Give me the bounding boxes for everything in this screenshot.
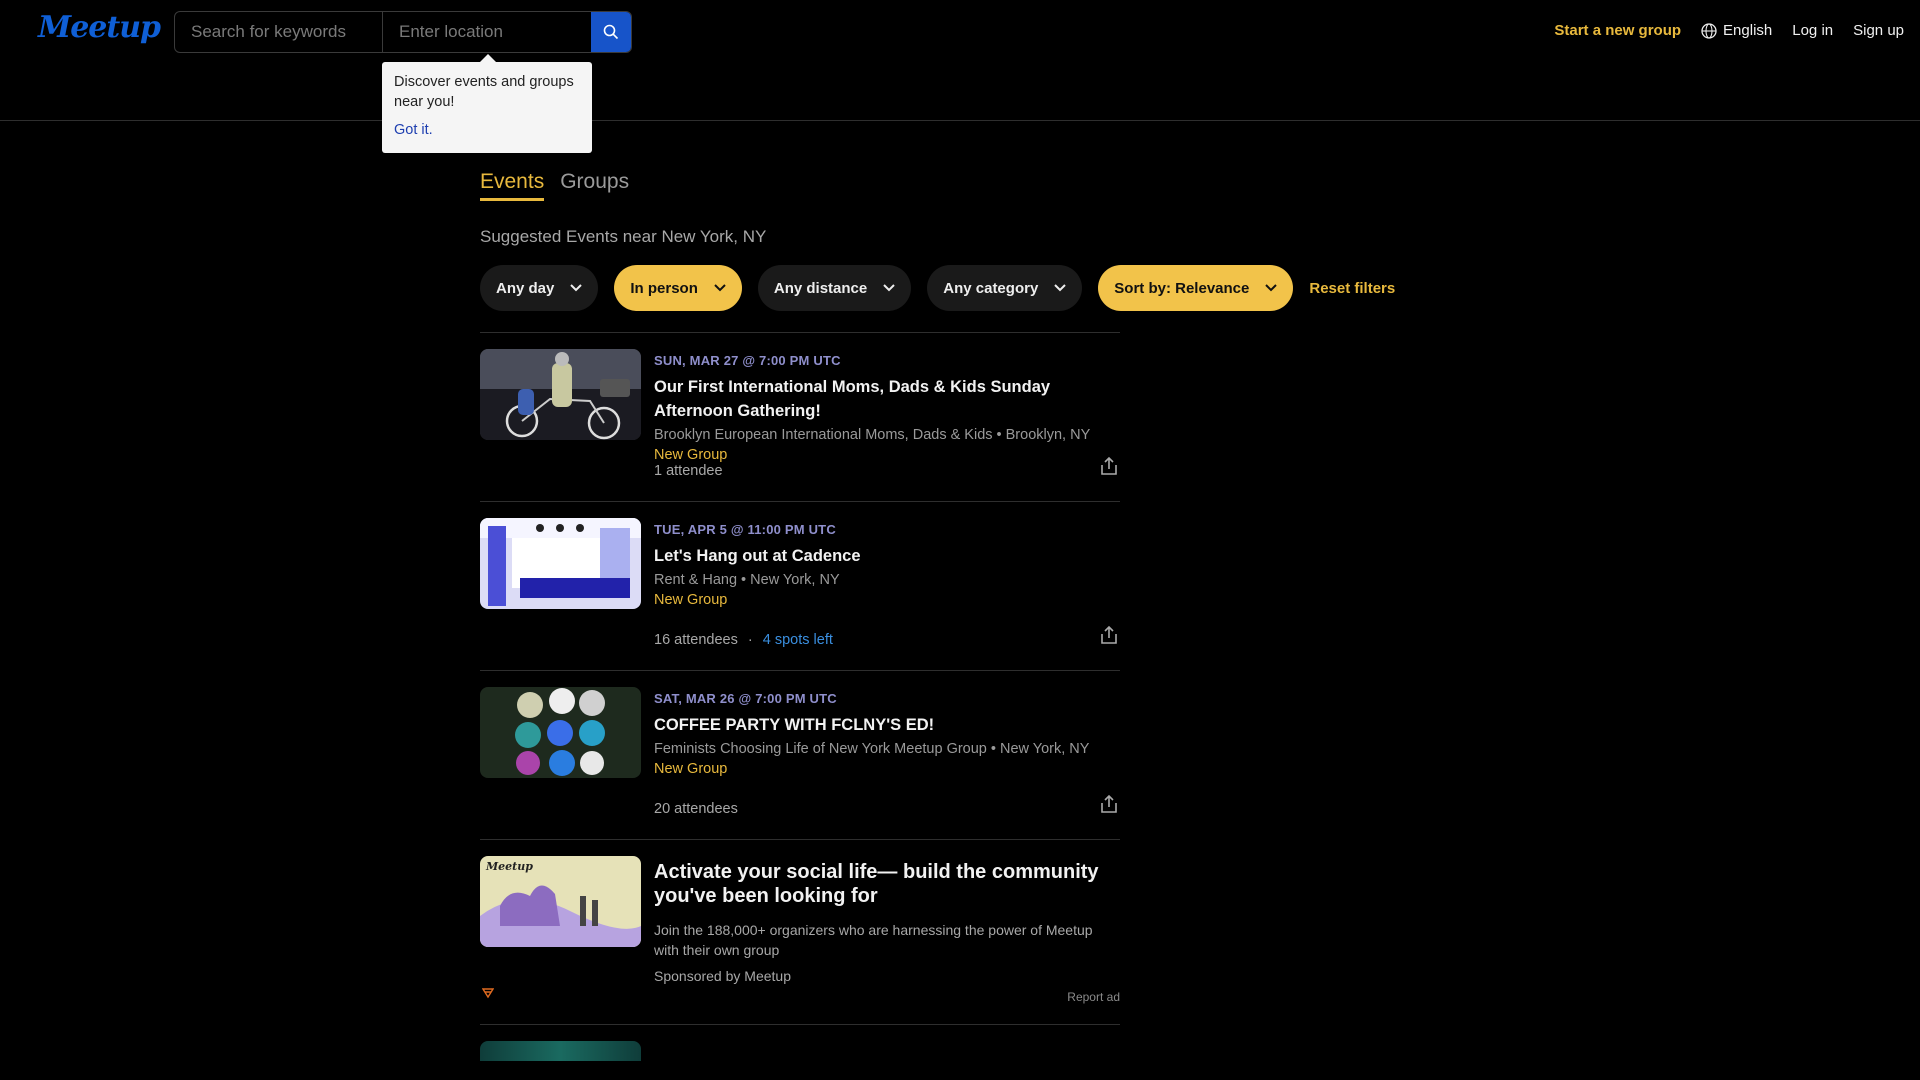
chevron-down-icon (1265, 284, 1278, 292)
event-info: TUE, APR 5 @ 11:00 PM UTC Let's Hang out… (654, 522, 1120, 610)
type-filter[interactable]: In person (614, 265, 742, 311)
sort-filter[interactable]: Sort by: Relevance (1098, 265, 1294, 311)
tooltip-text: Discover events and groups near you! (394, 74, 574, 110)
results-tabs: Events Groups (480, 170, 1480, 201)
event-image[interactable] (480, 518, 641, 609)
type-filter-label: In person (630, 279, 698, 297)
chevron-down-icon (714, 284, 726, 292)
share-icon (1101, 625, 1117, 644)
event-title[interactable]: Our First International Moms, Dads & Kid… (654, 375, 1120, 423)
top-header: Meetup Start a new group English Log in … (0, 0, 1920, 121)
share-button[interactable] (1100, 625, 1118, 650)
distance-filter[interactable]: Any distance (757, 265, 912, 311)
ad-info: Activate your social life— build the com… (654, 860, 1114, 984)
event-info: SAT, MAR 26 @ 7:00 PM UTC COFFEE PARTY W… (654, 691, 1120, 779)
event-date: SUN, MAR 27 @ 7:00 PM UTC (654, 353, 841, 368)
event-title[interactable]: COFFEE PARTY WITH FCLNY'S ED! (654, 713, 1120, 737)
event-date: TUE, APR 5 @ 11:00 PM UTC (654, 522, 836, 537)
new-group-badge: New Group (654, 592, 728, 608)
new-group-badge: New Group (654, 447, 728, 463)
event-date: SAT, MAR 26 @ 7:00 PM UTC (654, 691, 837, 706)
event-image[interactable] (480, 1041, 641, 1061)
spots-left: 4 spots left (762, 632, 833, 648)
share-icon (1101, 794, 1117, 813)
login-link[interactable]: Log in (1792, 22, 1833, 39)
main-content: Events Groups Suggested Events near New … (480, 170, 1480, 1061)
tooltip-dismiss-link[interactable]: Got it. (394, 120, 580, 140)
category-filter[interactable]: Any category (927, 265, 1083, 311)
event-image[interactable] (480, 349, 641, 440)
keyword-search-input[interactable] (175, 12, 383, 52)
share-icon (1101, 456, 1117, 475)
event-card[interactable]: SAT, MAR 26 @ 7:00 PM UTC COFFEE PARTY W… (480, 671, 1120, 840)
location-input[interactable] (383, 12, 591, 52)
ad-sponsor: Sponsored by Meetup (654, 968, 791, 984)
tab-events[interactable]: Events (480, 170, 545, 201)
ad-title[interactable]: Activate your social life— build the com… (654, 860, 1114, 908)
share-button[interactable] (1100, 456, 1118, 481)
ad-image[interactable]: Meetup (480, 856, 641, 947)
event-card[interactable]: SUN, MAR 27 @ 7:00 PM UTC Our First Inte… (480, 333, 1120, 502)
attendee-count: 1 attendee (654, 463, 723, 479)
attendee-count-text: 16 attendees (654, 632, 738, 648)
language-selector[interactable]: English (1701, 22, 1772, 39)
attendee-count: 20 attendees (654, 801, 738, 817)
event-list: SUN, MAR 27 @ 7:00 PM UTC Our First Inte… (480, 332, 1120, 1061)
attendee-count-text: 1 attendee (654, 463, 723, 479)
event-image[interactable] (480, 687, 641, 778)
reset-filters-link[interactable]: Reset filters (1309, 280, 1395, 297)
search-icon (603, 24, 619, 40)
event-card[interactable]: TUE, APR 5 @ 11:00 PM UTC Let's Hang out… (480, 502, 1120, 671)
meetup-logo[interactable]: Meetup (38, 10, 161, 45)
attendee-separator: · (747, 632, 753, 648)
ad-image-logo: Meetup (486, 860, 533, 873)
start-group-link[interactable]: Start a new group (1554, 22, 1681, 39)
location-tooltip: Discover events and groups near you! Got… (382, 54, 592, 153)
event-info: SUN, MAR 27 @ 7:00 PM UTC Our First Inte… (654, 353, 1120, 465)
language-label: English (1723, 22, 1773, 39)
share-button[interactable] (1100, 794, 1118, 819)
ad-text: Join the 188,000+ organizers who are har… (654, 922, 1093, 958)
sponsored-ad[interactable]: Meetup Activate your social life— build … (480, 840, 1120, 1025)
search-button[interactable] (591, 12, 631, 52)
adchoices-icon[interactable] (481, 986, 495, 1004)
filter-bar: Any day In person Any distance Any categ… (480, 265, 1480, 311)
header-nav: Start a new group English Log in Sign up (1554, 22, 1904, 39)
event-title[interactable]: Let's Hang out at Cadence (654, 544, 1120, 568)
attendee-count: 16 attendees · 4 spots left (654, 632, 833, 648)
globe-icon (1701, 22, 1717, 39)
chevron-down-icon (570, 284, 583, 292)
chevron-down-icon (883, 284, 895, 292)
attendee-count-text: 20 attendees (654, 801, 738, 817)
tab-groups[interactable]: Groups (560, 170, 629, 201)
results-subtitle: Suggested Events near New York, NY (480, 227, 767, 246)
event-group: Feminists Choosing Life of New York Meet… (654, 741, 1090, 757)
signup-link[interactable]: Sign up (1853, 22, 1904, 39)
chevron-down-icon (1054, 284, 1067, 292)
sort-filter-label: Sort by: Relevance (1114, 279, 1250, 297)
report-ad-link[interactable]: Report ad (1067, 990, 1120, 1004)
new-group-badge: New Group (654, 761, 728, 777)
day-filter[interactable]: Any day (480, 265, 599, 311)
event-group: Rent & Hang • New York, NY (654, 572, 840, 588)
event-group: Brooklyn European International Moms, Da… (654, 427, 1091, 443)
day-filter-label: Any day (496, 279, 555, 297)
category-filter-label: Any category (943, 279, 1039, 297)
search-bar (174, 11, 632, 53)
distance-filter-label: Any distance (773, 279, 868, 297)
